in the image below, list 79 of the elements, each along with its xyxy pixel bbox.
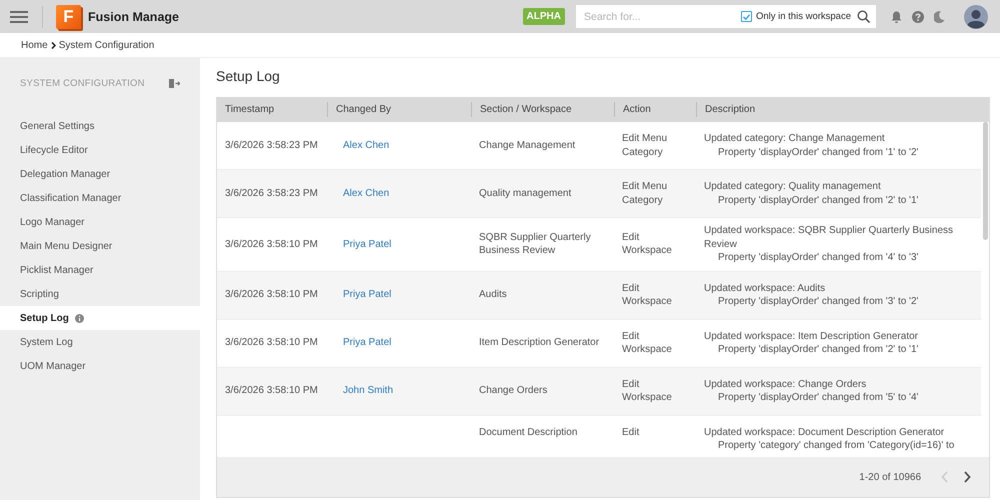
table-cell: 3/6/2026 3:58:10 PM <box>225 289 318 300</box>
user-link[interactable]: Priya Patel <box>343 337 392 348</box>
table-cell: 3/6/2026 3:58:23 PM <box>225 188 318 199</box>
environment-badge: ALPHA <box>522 8 565 25</box>
search-bar[interactable]: Search for... Only in this workspace <box>576 5 876 28</box>
change-summary: Updated workspace: Change Orders <box>704 378 868 391</box>
sidebar-item[interactable]: UOM Manager <box>0 354 200 378</box>
help-icon[interactable] <box>912 10 924 22</box>
search-icon[interactable] <box>857 10 870 23</box>
change-detail: Property 'displayOrder' changed from '1' to '2' <box>717 146 920 159</box>
column-header[interactable]: Timestamp <box>217 102 327 117</box>
table-cell: 3/6/2026 3:58:10 PM <box>225 238 318 250</box>
table-cell: Edit Workspace <box>622 232 672 256</box>
sidebar-item[interactable]: Setup Log <box>0 306 200 330</box>
column-header[interactable]: Description <box>696 102 981 117</box>
column-header[interactable]: Changed By <box>327 102 471 117</box>
change-summary: Updated workspace: Audits <box>704 282 826 295</box>
sidebar-item[interactable]: Main Menu Designer <box>0 234 200 258</box>
table-cell: Change Orders <box>479 385 548 396</box>
sidebar-item[interactable]: Delegation Manager <box>0 162 200 186</box>
change-summary: Updated workspace: Document Description Generator <box>704 426 946 439</box>
change-detail: Property 'displayOrder' changed from '2' to '1' <box>717 343 920 356</box>
sidebar-title: SYSTEM CONFIGURATION <box>20 78 145 89</box>
avatar-icon[interactable] <box>964 4 988 28</box>
sidebar-item[interactable]: General Settings <box>0 114 200 138</box>
previous-page-icon <box>941 471 948 483</box>
user-link[interactable]: Priya Patel <box>343 238 392 250</box>
table-cell: Edit <box>622 426 640 438</box>
search-field[interactable]: Search for... <box>582 10 741 24</box>
page-title: Setup Log <box>216 68 281 86</box>
table-cell: Quality management <box>479 188 572 199</box>
check-icon <box>742 14 750 20</box>
menu-icon[interactable] <box>10 10 28 22</box>
next-page-icon[interactable] <box>964 471 971 483</box>
checkbox[interactable] <box>740 11 752 22</box>
table-cell: Edit Menu Category <box>622 181 668 206</box>
change-summary: Updated category: Change Management <box>704 132 886 146</box>
user-link[interactable]: John Smith <box>343 385 394 396</box>
breadcrumb-link[interactable]: Home <box>21 40 48 50</box>
table-cell: Audits <box>479 289 507 300</box>
table-cell: Item Description Generator <box>479 337 600 348</box>
table-cell: 3/6/2026 3:58:10 PM <box>225 385 318 396</box>
chevron-right-icon <box>50 42 56 48</box>
table-cell: Edit Menu Category <box>622 133 668 158</box>
change-detail: Property 'displayOrder' changed from '5' to '4' <box>717 391 920 404</box>
table-cell: Change Management <box>479 140 576 151</box>
table-cell: 3/6/2026 3:58:10 PM <box>225 337 318 348</box>
collapse-panel-icon[interactable] <box>169 79 180 88</box>
column-header[interactable]: Action <box>614 102 696 117</box>
table-cell: SQBR Supplier Quarterly Business Review <box>479 232 591 256</box>
page-range: 1-20 of 10966 <box>859 472 921 482</box>
change-detail: Property 'displayOrder' changed from '3' to '2' <box>717 295 920 308</box>
scrollbar-thumb[interactable] <box>983 122 988 240</box>
bell-icon[interactable] <box>891 10 902 22</box>
app-name: Fusion Manage <box>88 10 179 24</box>
table-cell: 3/6/2026 3:58:23 PM <box>225 140 318 151</box>
table-cell: Edit Workspace <box>622 282 672 307</box>
user-link[interactable]: Alex Chen <box>343 188 390 199</box>
sidebar-item[interactable]: Picklist Manager <box>0 258 200 282</box>
sidebar-item[interactable]: System Log <box>0 330 200 354</box>
change-summary: Updated category: Quality management <box>704 180 882 194</box>
sidebar-item[interactable]: Logo Manager <box>0 210 200 234</box>
table-cell: Edit Workspace <box>622 378 672 403</box>
table-cell: Document Description <box>479 426 578 438</box>
table-cell: Edit Workspace <box>622 330 672 355</box>
change-detail: Property 'displayOrder' changed from '4' to '3' <box>717 251 920 264</box>
breadcrumb-current: System Configuration <box>58 40 154 50</box>
sidebar-item[interactable]: Lifecycle Editor <box>0 138 200 162</box>
change-detail: Property 'displayOrder' changed from '2' to '1' <box>717 194 920 207</box>
change-summary: Updated workspace: SQBR Supplier Quarterly Business Review <box>704 224 954 251</box>
moon-icon[interactable] <box>934 10 945 22</box>
change-summary: Updated workspace: Item Description Generator <box>704 330 919 343</box>
column-header[interactable]: Section / Workspace <box>471 102 614 117</box>
sidebar-item[interactable]: Scripting <box>0 282 200 306</box>
sidebar-item[interactable]: Classification Manager <box>0 186 200 210</box>
user-link[interactable]: Priya Patel <box>343 289 392 300</box>
user-link[interactable]: Alex Chen <box>343 140 390 151</box>
checkbox-label: Only in this workspace <box>756 11 851 22</box>
change-detail: Property 'category' changed from 'Category(id=16)' to <box>717 439 956 452</box>
